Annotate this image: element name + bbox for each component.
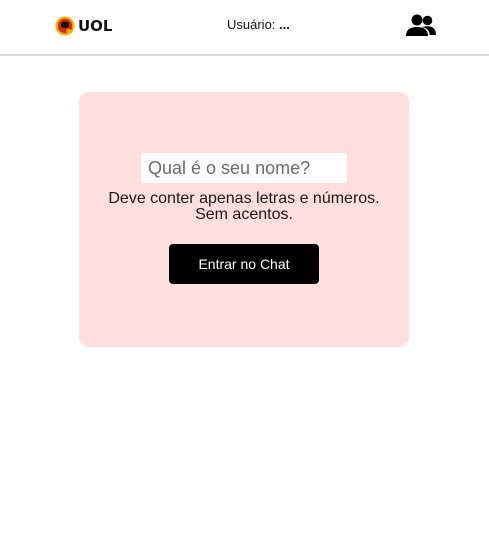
top-bar: UOL Usuário: ... xyxy=(0,0,489,56)
user-info: Usuário: ... xyxy=(227,17,290,33)
logo-text: UOL xyxy=(78,17,113,35)
uol-logo-icon xyxy=(55,16,75,36)
login-card: Deve conter apenas letras e números. Sem… xyxy=(79,92,409,347)
hint-line-2: Sem acentos. xyxy=(195,206,293,223)
name-hint: Deve conter apenas letras e números. Sem… xyxy=(79,191,409,223)
enter-chat-button[interactable]: Entrar no Chat xyxy=(169,244,319,284)
user-value: ... xyxy=(279,17,290,32)
people-icon[interactable] xyxy=(405,13,437,39)
uol-logo[interactable]: UOL xyxy=(55,16,113,36)
user-label: Usuário: xyxy=(227,17,276,32)
hint-line-1: Deve conter apenas letras e números. xyxy=(108,190,380,207)
name-input[interactable] xyxy=(141,153,347,183)
